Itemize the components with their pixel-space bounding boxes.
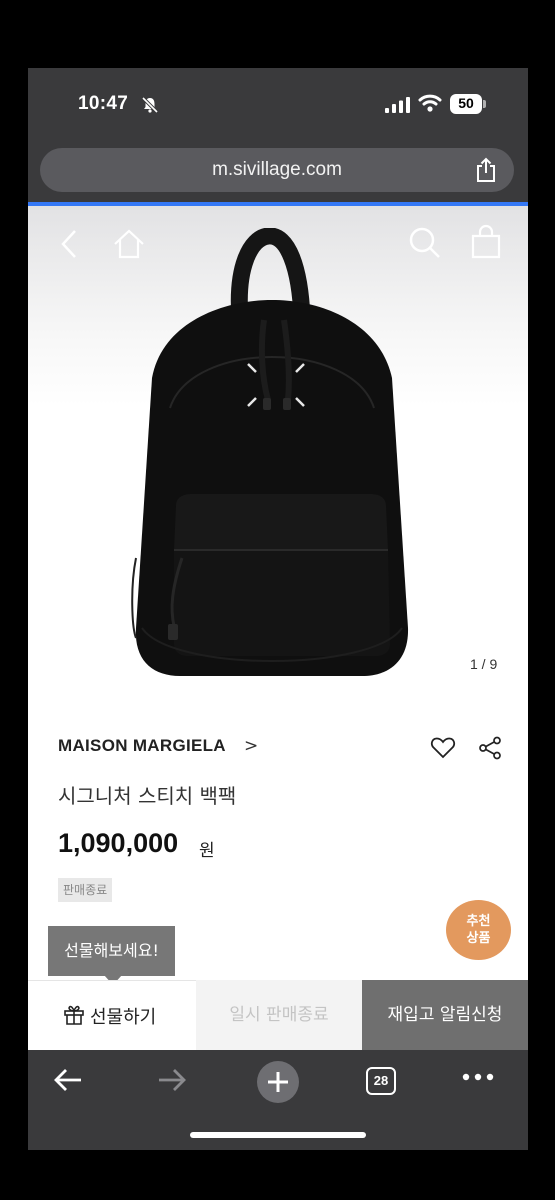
- address-bar[interactable]: m.sivillage.com: [40, 148, 514, 192]
- backpack-product-image: [131, 228, 409, 676]
- image-pager: 1 / 9: [470, 656, 498, 672]
- recommend-label-line1: 추천: [466, 914, 491, 929]
- recommend-label-line2: 상품: [466, 931, 491, 946]
- shopping-bag-icon[interactable]: [470, 224, 502, 260]
- gift-icon: [64, 1005, 84, 1025]
- back-chevron-icon[interactable]: [58, 228, 80, 260]
- gift-tooltip: 선물해보세요!: [48, 926, 175, 976]
- gift-button-label: 선물하기: [90, 1007, 157, 1028]
- back-arrow-icon[interactable]: [52, 1066, 84, 1094]
- silent-bell-icon: [141, 96, 159, 114]
- browser-chrome: 10:47 50 m.sivillage.com: [28, 68, 528, 206]
- price-currency: 원: [199, 841, 215, 861]
- safari-toolbar: 28: [28, 1050, 528, 1150]
- battery-icon: 50: [450, 94, 486, 114]
- tab-switcher-button[interactable]: 28: [366, 1067, 396, 1095]
- home-indicator: [190, 1132, 366, 1138]
- brand-chevron-icon[interactable]: >: [244, 736, 258, 756]
- sold-out-badge: 판매종료: [58, 878, 113, 902]
- product-name: 시그니처 스티치 백팩: [58, 784, 237, 808]
- wifi-icon: [418, 94, 442, 112]
- more-options-icon[interactable]: [462, 1072, 494, 1082]
- sold-out-button[interactable]: 일시 판매종료: [196, 980, 362, 1050]
- url-text: m.sivillage.com: [212, 159, 342, 180]
- forward-arrow-icon[interactable]: [156, 1066, 188, 1094]
- status-bar: 10:47 50: [28, 68, 528, 140]
- share-icon[interactable]: [474, 157, 498, 183]
- cellular-signal-icon: [385, 97, 410, 113]
- status-time: 10:47: [78, 93, 129, 114]
- share-nodes-icon[interactable]: [478, 736, 502, 760]
- purchase-action-bar: 선물하기 일시 판매종료 재입고 알림신청: [28, 980, 528, 1050]
- recommended-products-button[interactable]: 추천 상품: [446, 900, 511, 960]
- gift-button[interactable]: 선물하기: [28, 980, 196, 1050]
- battery-level: 50: [458, 95, 474, 111]
- new-tab-plus-icon[interactable]: [256, 1060, 300, 1104]
- product-gallery[interactable]: 1 / 9: [28, 206, 528, 696]
- restock-notify-button[interactable]: 재입고 알림신청: [362, 980, 528, 1050]
- product-price: 1,090,000: [58, 828, 179, 858]
- phone-screen: 10:47 50 m.sivillage.com 1 / 9 MAISON MA…: [28, 68, 528, 1150]
- brand-name[interactable]: MAISON MARGIELA: [58, 736, 226, 756]
- wishlist-heart-icon[interactable]: [430, 736, 456, 760]
